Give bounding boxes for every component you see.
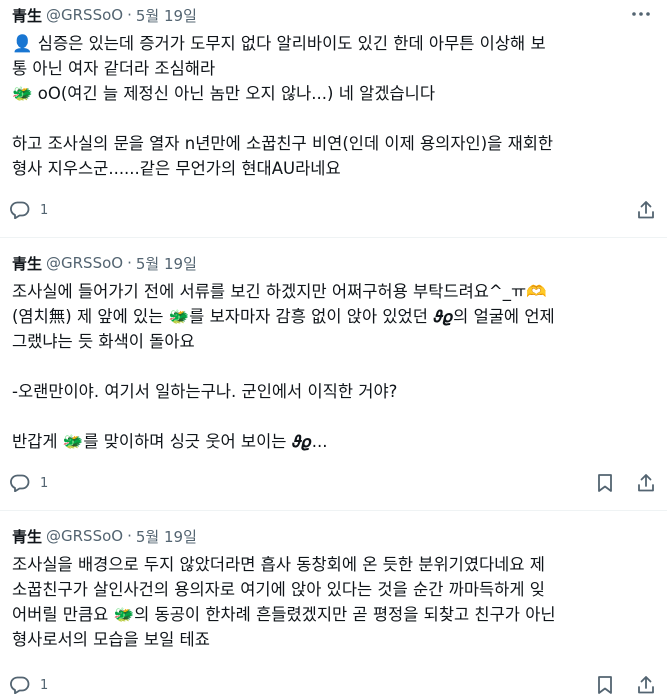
- tweet-line: -오랜만이야. 여기서 일하는구나. 군인에서 이직한 거야?: [12, 382, 398, 401]
- tweet[interactable]: 青生 @GRSSoO · 5월 19일 👤 심증은 있는데 증거가 도무지 없다…: [0, 0, 667, 238]
- reply-icon: [10, 474, 40, 492]
- tweet-line: (염치無) 제 앞에 있는 🐲를 보자마자 감흥 없이 앉아 있었던 𝝑𝝔의 얼…: [12, 307, 555, 326]
- separator-dot: ·: [127, 254, 132, 272]
- bookmark-icon[interactable]: [597, 675, 613, 695]
- tweet-line: [12, 404, 655, 429]
- reply-icon: [10, 201, 40, 219]
- tweet-line: 👤 심증은 있는데 증거가 도무지 없다 알리바이도 있긴 한데 아무튼 이상해…: [12, 34, 546, 53]
- tweet-line: 🐲 oO(여긴 늘 제정신 아닌 놈만 오지 않나...) 네 알겠습니다: [12, 84, 436, 103]
- tweet-line: 조사실을 배경으로 두지 않았더라면 흡사 동창회에 온 듯한 분위기였다네요 …: [12, 555, 545, 574]
- tweet-header: 青生 @GRSSoO · 5월 19일: [12, 523, 655, 549]
- author-name[interactable]: 青生: [12, 5, 42, 26]
- tweet-line: [12, 354, 655, 379]
- tweet-line: [12, 106, 655, 131]
- tweet-actions: 1: [10, 472, 655, 494]
- tweet-line: 반갑게 🐲를 맞이하며 싱긋 웃어 보이는 𝝑𝝔...: [12, 432, 328, 451]
- share-icon[interactable]: [637, 200, 655, 220]
- tweet-actions: 1: [10, 674, 655, 696]
- tweet[interactable]: 青生 @GRSSoO · 5월 19일 조사실에 들어가기 전에 서류를 보긴 …: [0, 239, 667, 511]
- share-icon[interactable]: [637, 675, 655, 695]
- reply-icon: [10, 676, 40, 694]
- separator-dot: ·: [127, 527, 132, 545]
- right-actions: [597, 473, 655, 493]
- tweet-line: 소꿉친구가 살인사건의 용의자로 여기에 앉아 있다는 것을 순간 까마득하게 …: [12, 580, 545, 599]
- tweet-text: 👤 심증은 있는데 증거가 도무지 없다 알리바이도 있긴 한데 아무튼 이상해…: [12, 31, 655, 181]
- share-icon[interactable]: [637, 473, 655, 493]
- tweet-header: 青生 @GRSSoO · 5월 19일: [12, 2, 655, 28]
- tweet-line: 조사실에 들어가기 전에 서류를 보긴 하겠지만 어쩌구허용 부탁드려요^_ㅠ🫶: [12, 282, 547, 301]
- tweet-line: 하고 조사실의 문을 열자 n년만에 소꿉친구 비연(인데 이제 용의자인)을 …: [12, 134, 554, 153]
- tweet-line: 형사로서의 모습을 보일 테죠: [12, 630, 210, 649]
- reply-button[interactable]: 1: [10, 201, 48, 219]
- more-icon[interactable]: [631, 6, 651, 22]
- tweet[interactable]: 青生 @GRSSoO · 5월 19일 조사실을 배경으로 두지 않았더라면 흡…: [0, 512, 667, 700]
- reply-count: 1: [40, 202, 49, 218]
- reply-button[interactable]: 1: [10, 474, 48, 492]
- reply-button[interactable]: 1: [10, 676, 48, 694]
- tweet-date[interactable]: 5월 19일: [136, 526, 197, 547]
- tweet-line: 형사 지우스군......같은 무언가의 현대AU라네요: [12, 159, 341, 178]
- tweet-text: 조사실을 배경으로 두지 않았더라면 흡사 동창회에 온 듯한 분위기였다네요 …: [12, 552, 655, 652]
- author-name[interactable]: 青生: [12, 526, 42, 547]
- tweet-date[interactable]: 5월 19일: [136, 5, 197, 26]
- separator-dot: ·: [127, 6, 132, 24]
- tweet-text: 조사실에 들어가기 전에 서류를 보긴 하겠지만 어쩌구허용 부탁드려요^_ㅠ🫶…: [12, 279, 655, 454]
- tweet-header: 青生 @GRSSoO · 5월 19일: [12, 250, 655, 276]
- tweet-line: 그랬냐는 듯 화색이 돌아요: [12, 332, 195, 351]
- reply-count: 1: [40, 475, 49, 491]
- right-actions: [637, 200, 655, 220]
- bookmark-icon[interactable]: [597, 473, 613, 493]
- tweet-actions: 1: [10, 199, 655, 221]
- reply-count: 1: [40, 677, 49, 693]
- tweet-date[interactable]: 5월 19일: [136, 253, 197, 274]
- author-handle[interactable]: @GRSSoO: [46, 527, 123, 545]
- tweet-line: 어버릴 만큼요 🐲의 동공이 한차례 흔들렸겠지만 곧 평정을 되찾고 친구가 …: [12, 605, 556, 624]
- author-handle[interactable]: @GRSSoO: [46, 254, 123, 272]
- author-name[interactable]: 青生: [12, 253, 42, 274]
- tweet-line: 통 아닌 여자 같더라 조심해라: [12, 59, 216, 78]
- author-handle[interactable]: @GRSSoO: [46, 6, 123, 24]
- right-actions: [597, 675, 655, 695]
